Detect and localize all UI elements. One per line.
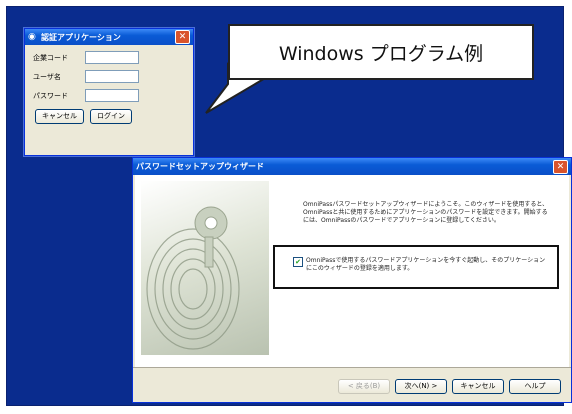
password-label: パスワード bbox=[33, 91, 68, 100]
launch-checkbox[interactable]: ✔ bbox=[293, 257, 303, 267]
next-button[interactable]: 次へ(N) > bbox=[395, 379, 447, 394]
back-button[interactable]: < 戻る(B) bbox=[338, 379, 390, 394]
wizard-window: パスワードセットアップウィザード ✕ OmniPassパスワードセットアップウィ… bbox=[132, 157, 572, 403]
wizard-close-button[interactable]: ✕ bbox=[553, 159, 568, 174]
wizard-body: OmniPassパスワードセットアップウィザードにようこそ。このウィザードを使用… bbox=[135, 175, 569, 368]
fingerprint-app-icon: ◉ bbox=[28, 32, 36, 42]
company-code-row: 企業コード bbox=[33, 51, 193, 64]
password-row: パスワード bbox=[33, 89, 193, 102]
wizard-titlebar[interactable]: パスワードセットアップウィザード ✕ bbox=[133, 158, 571, 175]
check-mark-icon: ✔ bbox=[295, 258, 301, 266]
callout-text: Windows プログラム例 bbox=[278, 42, 484, 65]
login-window: ◉ 認証アプリケーション ✕ 企業コード ユーザ名 パスワード キャンセル ログ… bbox=[24, 28, 194, 156]
login-titlebar[interactable]: ◉ 認証アプリケーション ✕ bbox=[25, 29, 193, 45]
login-button-row: キャンセル ログイン bbox=[35, 109, 193, 124]
callout-bubble: Windows プログラム例 bbox=[228, 24, 534, 80]
company-code-label: 企業コード bbox=[33, 53, 68, 62]
company-code-input[interactable] bbox=[85, 51, 139, 64]
close-icon: ✕ bbox=[178, 32, 187, 42]
desktop: ◉ 認証アプリケーション ✕ 企業コード ユーザ名 パスワード キャンセル ログ… bbox=[6, 6, 572, 406]
launch-checkbox-row: ✔ OmniPassで使用するパスワードアプリケーションを今すぐ起動し、そのプリ… bbox=[293, 257, 549, 273]
wizard-window-title: パスワードセットアップウィザード bbox=[136, 162, 264, 171]
login-button[interactable]: ログイン bbox=[90, 109, 132, 124]
password-input[interactable] bbox=[85, 89, 139, 102]
help-button[interactable]: ヘルプ bbox=[509, 379, 561, 394]
launch-checkbox-label: OmniPassで使用するパスワードアプリケーションを今すぐ起動し、そのプリケー… bbox=[306, 257, 546, 272]
wizard-cancel-button[interactable]: キャンセル bbox=[452, 379, 504, 394]
close-icon: ✕ bbox=[556, 161, 565, 172]
cancel-button[interactable]: キャンセル bbox=[35, 109, 84, 124]
fingerprint-art-icon bbox=[141, 181, 269, 355]
username-input[interactable] bbox=[85, 70, 139, 83]
wizard-button-row: < 戻る(B) 次へ(N) > キャンセル ヘルプ bbox=[338, 379, 561, 394]
username-row: ユーザ名 bbox=[33, 70, 193, 83]
login-window-title: 認証アプリケーション bbox=[41, 32, 121, 42]
close-button[interactable]: ✕ bbox=[175, 30, 190, 44]
wizard-description: OmniPassパスワードセットアップウィザードにようこそ。このウィザードを使用… bbox=[303, 201, 549, 224]
wizard-footer: < 戻る(B) 次へ(N) > キャンセル ヘルプ bbox=[133, 367, 571, 402]
username-label: ユーザ名 bbox=[33, 72, 61, 81]
